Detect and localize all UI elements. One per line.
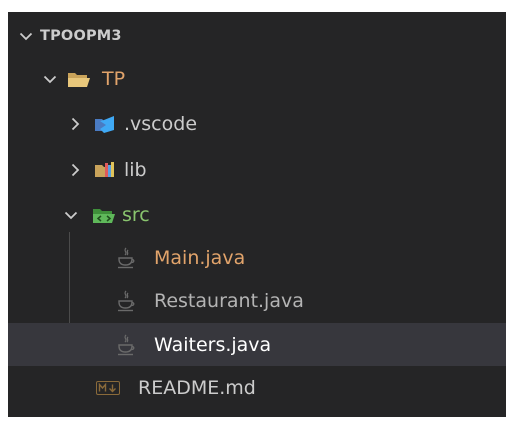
vscode-folder-icon [94,114,116,134]
tree-item-tp[interactable]: TP [8,57,506,100]
java-icon [117,247,135,269]
chevron-down-icon [62,206,80,224]
tree-item-label: src [122,203,150,226]
tree-item-restaurant-java[interactable]: Restaurant.java [8,279,506,322]
chevron-down-icon [41,70,59,88]
tree-item-label: Main.java [154,246,246,269]
chevron-down-icon [17,27,35,45]
tree-item-src[interactable]: src [8,193,506,236]
tree-item-waiters-java[interactable]: Waiters.java [8,323,506,366]
explorer-panel: TPOOPM3 TP .vscode lib src Main.java Res… [8,12,506,417]
java-icon [117,334,135,356]
workspace-title: TPOOPM3 [40,28,122,44]
lib-folder-icon [94,160,116,180]
tree-item-label: Restaurant.java [154,289,304,312]
tree-item-vscode[interactable]: .vscode [8,102,506,145]
tree-item-label: README.md [138,376,256,399]
tree-item-label: TP [102,67,126,90]
tree-item-lib[interactable]: lib [8,148,506,191]
chevron-right-icon [66,161,84,179]
chevron-right-icon [66,115,84,133]
tree-item-readme-md[interactable]: README.md [8,366,506,409]
tree-item-main-java[interactable]: Main.java [8,236,506,279]
folder-open-icon [67,69,91,89]
src-folder-icon [92,205,116,225]
java-icon [117,290,135,312]
tree-item-label: lib [124,158,147,181]
tree-item-label: .vscode [124,112,198,135]
markdown-icon [96,380,120,395]
workspace-header[interactable]: TPOOPM3 [8,15,506,57]
tree-item-label: Waiters.java [154,333,272,356]
